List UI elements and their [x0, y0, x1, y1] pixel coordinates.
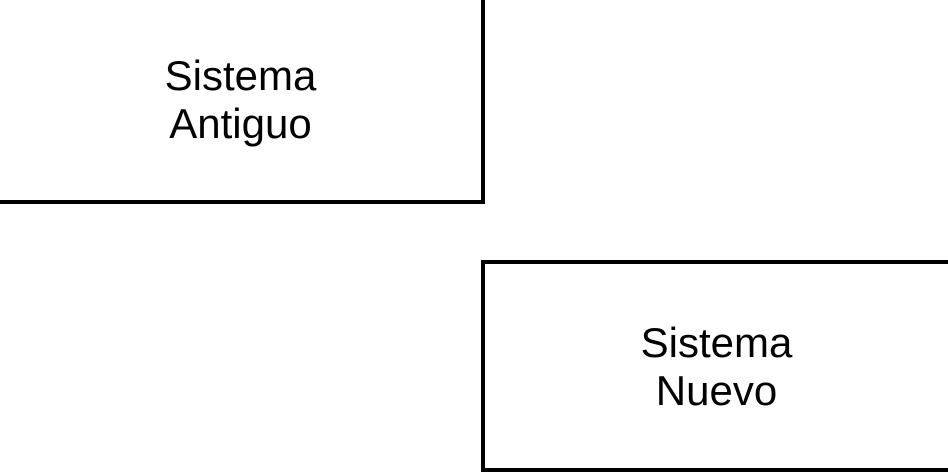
new-system-box: Sistema Nuevo — [481, 260, 948, 472]
old-system-label-line2: Antiguo — [169, 100, 312, 147]
new-system-label: Sistema Nuevo — [641, 319, 793, 415]
new-system-label-line2: Nuevo — [655, 367, 778, 414]
old-system-label-line1: Sistema — [164, 52, 317, 99]
diagram-canvas: Sistema Antiguo Sistema Nuevo — [0, 0, 948, 472]
old-system-box: Sistema Antiguo — [0, 0, 485, 204]
new-system-label-line1: Sistema — [640, 319, 793, 366]
old-system-label: Sistema Antiguo — [165, 52, 317, 148]
